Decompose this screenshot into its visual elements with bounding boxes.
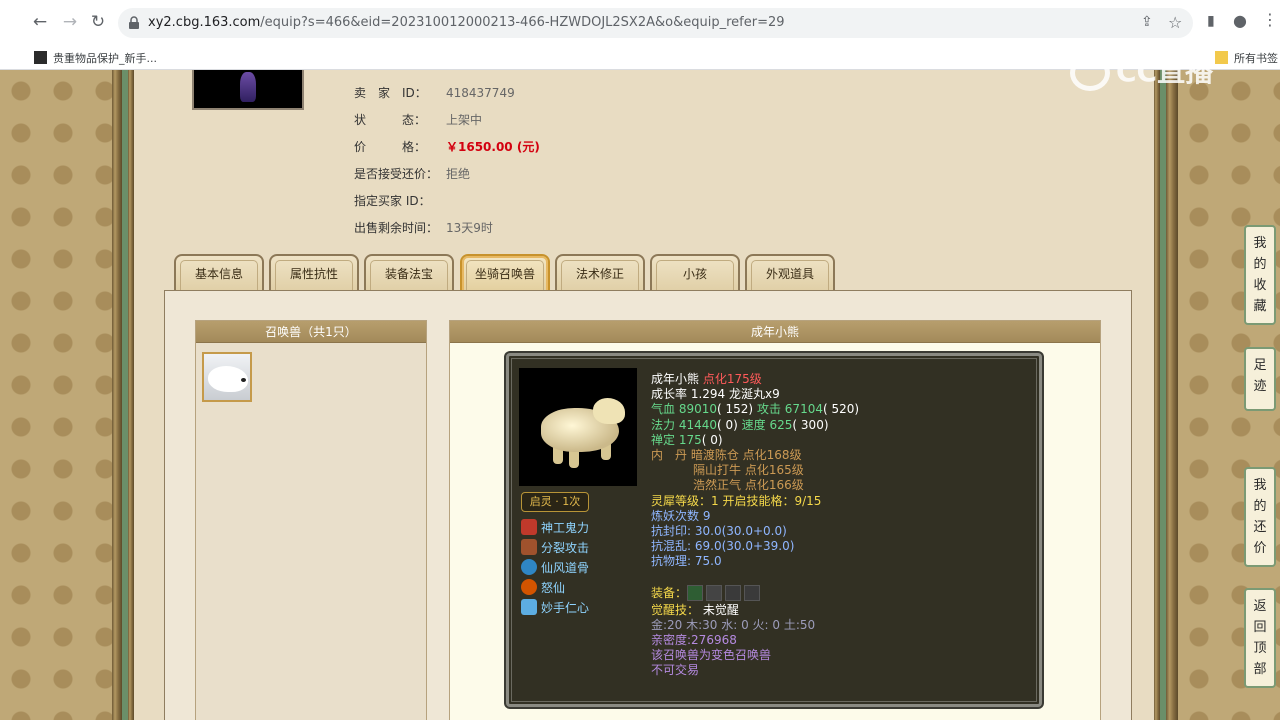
equip-row: 装备：: [651, 584, 1031, 603]
pet-stats: 成年小熊 点化175级 成长率 1.294 龙涎丸x9 气血 89010( 15…: [651, 372, 1031, 679]
bookmark-item[interactable]: 贵重物品保护_新手...: [34, 50, 157, 66]
pet-image: [519, 368, 637, 486]
neidan-row: 内 丹 暗渡陈仓 点化168级: [651, 448, 802, 463]
pet-detail-title: 成年小熊: [450, 321, 1100, 343]
seller-id-row: 卖 家 ID： 418437749: [354, 86, 515, 100]
back-button[interactable]: ←: [30, 12, 50, 32]
intimacy-row: 亲密度:276968: [651, 633, 737, 648]
side-panel-icon[interactable]: ▮: [1207, 13, 1215, 29]
cc-logo-icon: [1070, 55, 1110, 91]
browser-toolbar: ← → ↻ xy2.cbg.163.com/equip?s=466&eid=20…: [0, 0, 1280, 44]
left-decor: [0, 70, 112, 720]
tab-mounts-pets[interactable]: 坐骑召唤兽: [460, 254, 550, 292]
skill-item[interactable]: 分裂攻击: [521, 539, 589, 557]
tab-appearance[interactable]: 外观道具: [745, 254, 835, 292]
pet-card: 启灵 · 1次 神工鬼力 分裂攻击 仙风道骨 怒仙 妙手仁心 成年小熊 点化17…: [506, 353, 1042, 707]
back-to-top-button[interactable]: 返回顶部: [1244, 588, 1276, 688]
mp-spd-row: 法力 41440( 0) 速度 625( 300): [651, 417, 829, 432]
cc-live-watermark: CC直播: [1070, 50, 1240, 91]
elements-row: 金:20 木:30 水: 0 火: 0 土:50: [651, 617, 816, 632]
url-text: xy2.cbg.163.com/equip?s=466&eid=20231001…: [148, 15, 785, 30]
equip-slot-icon[interactable]: [744, 584, 761, 601]
share-icon[interactable]: ⇪: [1141, 14, 1153, 30]
awake-row: 觉醒技： 未觉醒: [651, 602, 739, 617]
bookmark-star-icon[interactable]: ☆: [1168, 13, 1182, 32]
resist-confuse-row: 抗混乱: 69.0(30.0+39.0): [651, 539, 795, 554]
left-frame: [112, 70, 122, 720]
resist-physical-row: 抗物理: 75.0: [651, 554, 722, 569]
hp-atk-row: 气血 89010( 152) 攻击 67104( 520): [651, 402, 860, 417]
buyer-id-row: 指定买家 ID：: [354, 194, 431, 208]
right-frame: [1166, 70, 1178, 720]
note-row: 该召唤兽为变色召唤兽: [651, 648, 772, 663]
growth-row: 成长率 1.294 龙涎丸x9: [651, 387, 780, 402]
skill-item[interactable]: 仙风道骨: [521, 559, 589, 577]
tab-spell-correction[interactable]: 法术修正: [555, 254, 645, 292]
site-info-icon[interactable]: [128, 16, 140, 30]
reload-button[interactable]: ↻: [88, 12, 108, 32]
skill-item[interactable]: 怒仙: [521, 579, 565, 597]
tab-child[interactable]: 小孩: [650, 254, 740, 292]
pet-name-row: 成年小熊 点化175级: [651, 372, 762, 386]
tab-equipment[interactable]: 装备法宝: [364, 254, 454, 292]
bookmark-favicon-icon: [34, 51, 47, 64]
page: 卖 家 ID： 418437749 状 态： 上架中 价 格： ￥1650.00 (元…: [0, 70, 1280, 720]
skill-item[interactable]: 妙手仁心: [521, 599, 589, 617]
note-row: 不可交易: [651, 663, 700, 678]
equip-slot-icon[interactable]: [687, 584, 704, 601]
neidan-row: 隔山打牛 点化165级: [693, 463, 804, 478]
lianyao-row: 炼妖次数 9: [651, 508, 711, 523]
skill-rage-icon: [521, 579, 537, 595]
menu-icon[interactable]: ⋮: [1262, 10, 1278, 29]
pet-detail: 成年小熊 启灵 · 1次 神工鬼力 分裂攻击 仙风道骨 怒仙 妙手仁心 成年小熊…: [449, 320, 1101, 720]
time-left-row: 出售剩余时间： 13天9时: [354, 221, 493, 235]
equip-slot-icon[interactable]: [706, 584, 723, 601]
profile-avatar[interactable]: ●: [1233, 11, 1247, 30]
ding-row: 禅定 175( 0): [651, 432, 723, 447]
main-content: 卖 家 ID： 418437749 状 态： 上架中 价 格： ￥1650.00 (元…: [134, 70, 1154, 720]
skill-immortal-icon: [521, 559, 537, 575]
my-bargains-button[interactable]: 我的还价: [1244, 467, 1276, 567]
skill-item[interactable]: 神工鬼力: [521, 519, 589, 537]
pet-list-title: 召唤兽（共1只）: [196, 321, 426, 343]
pet-list: 召唤兽（共1只）: [195, 320, 427, 720]
tab-attributes[interactable]: 属性抗性: [269, 254, 359, 292]
equip-slot-icon[interactable]: [725, 584, 742, 601]
skill-split-icon: [521, 539, 537, 555]
tab-basic-info[interactable]: 基本信息: [174, 254, 264, 292]
bargain-row: 是否接受还价： 拒绝: [354, 167, 471, 181]
skill-power-icon: [521, 519, 537, 535]
lingxi-row: 灵犀等级：1 开启技能格：9/15: [651, 493, 822, 508]
pet-thumbnail[interactable]: [202, 352, 252, 402]
neidan-row: 浩然正气 点化166级: [693, 478, 804, 493]
qiling-badge: 启灵 · 1次: [521, 492, 589, 512]
forward-button[interactable]: →: [60, 12, 80, 32]
address-bar[interactable]: xy2.cbg.163.com/equip?s=466&eid=20231001…: [118, 8, 1193, 38]
skill-steal-icon: [521, 599, 537, 615]
tab-panel: 召唤兽（共1只） 成年小熊 启灵 · 1次 神工鬼力 分裂攻击 仙风道骨 怒仙 …: [164, 290, 1132, 720]
price-row: 价 格： ￥1650.00 (元): [354, 140, 540, 154]
status-row: 状 态： 上架中: [354, 113, 483, 127]
role-thumbnail: [192, 70, 304, 110]
my-favorites-button[interactable]: 我的收藏: [1244, 225, 1276, 325]
resist-seal-row: 抗封印: 30.0(30.0+0.0): [651, 524, 787, 539]
footprints-button[interactable]: 足迹: [1244, 347, 1276, 411]
